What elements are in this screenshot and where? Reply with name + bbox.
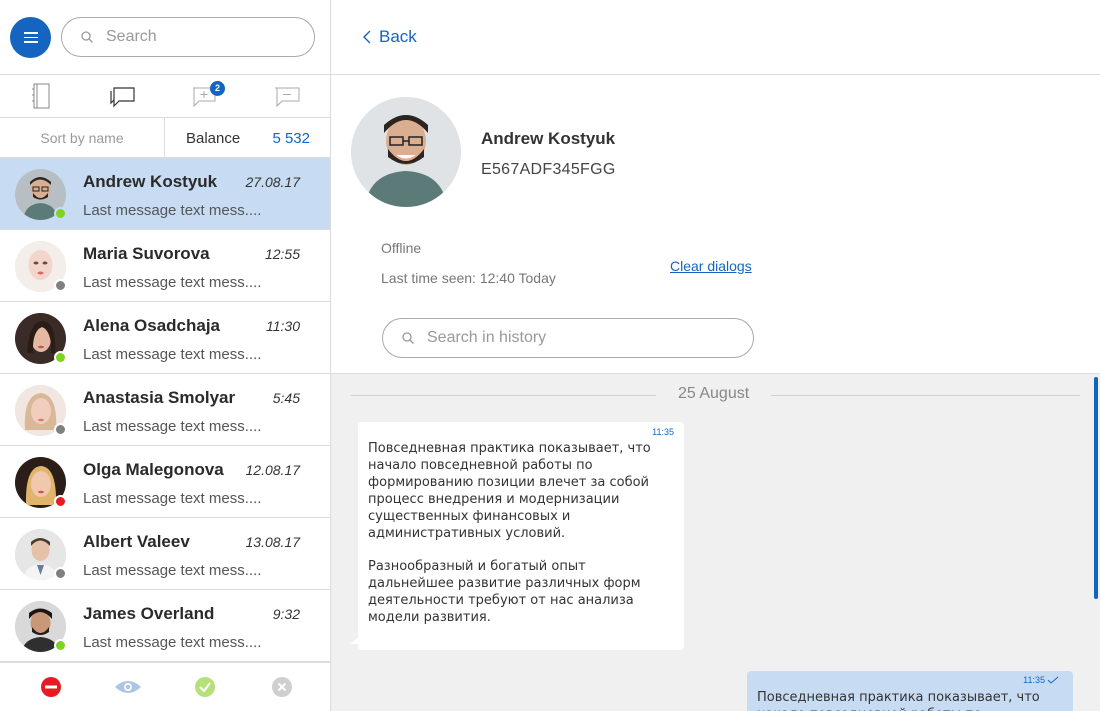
- status-filter-bar: [0, 662, 330, 711]
- contact-item[interactable]: James Overland 9:32 Last message text me…: [0, 590, 330, 662]
- tab-chats[interactable]: [82, 75, 164, 118]
- history-search-input[interactable]: [427, 329, 727, 347]
- contact-item[interactable]: Albert Valeev 13.08.17 Last message text…: [0, 518, 330, 590]
- sidebar: 2 Sort by name Balance 5 532 Andrew Kost…: [0, 0, 331, 711]
- status-dot: [54, 639, 67, 652]
- contact-time: 27.08.17: [245, 174, 301, 190]
- profile-name: Andrew Kostyuk: [481, 129, 616, 148]
- profile-avatar: [351, 97, 461, 207]
- contact-last-message: Last message text mess....: [83, 562, 262, 579]
- check-circle-icon: [194, 677, 215, 697]
- search-icon: [81, 31, 93, 43]
- visible-filter-button[interactable]: [89, 679, 166, 695]
- balance-label: Balance: [186, 130, 241, 147]
- hamburger-icon-line: [23, 32, 38, 34]
- conversation-header: Back: [331, 0, 1100, 75]
- date-separator: 25 August: [656, 385, 772, 403]
- contact-name: James Overland: [83, 604, 215, 623]
- hamburger-icon-line: [23, 41, 38, 43]
- contact-name: Anastasia Smolyar: [83, 388, 236, 407]
- balance-value: 5 532: [272, 130, 310, 147]
- history-search-box[interactable]: [382, 318, 754, 358]
- back-label: Back: [379, 27, 417, 46]
- contact-item[interactable]: Andrew Kostyuk 27.08.17 Last message tex…: [0, 158, 330, 230]
- minus-circle-icon: [40, 677, 61, 697]
- search-icon: [402, 332, 414, 344]
- contact-list: Andrew Kostyuk 27.08.17 Last message tex…: [0, 158, 330, 662]
- contact-last-message: Last message text mess....: [83, 490, 262, 507]
- close-circle-icon: [271, 677, 292, 697]
- sidebar-header: [0, 0, 330, 75]
- message-text: Повседневная практика показывает, что на…: [757, 690, 1040, 711]
- clear-dialogs-link[interactable]: Clear dialogs: [670, 258, 752, 274]
- message-time: 11:35: [1023, 675, 1045, 685]
- contact-time: 9:32: [272, 606, 300, 622]
- menu-button[interactable]: [10, 17, 51, 58]
- contact-time: 13.08.17: [245, 534, 301, 550]
- back-button[interactable]: Back: [363, 27, 417, 47]
- tab-archived-chats[interactable]: [246, 75, 328, 118]
- busy-filter-button[interactable]: [12, 676, 89, 698]
- status-dot: [54, 423, 67, 436]
- contact-time: 5:45: [272, 390, 300, 406]
- contact-item[interactable]: Maria Suvorova 12:55 Last message text m…: [0, 230, 330, 302]
- contacts-book-icon: [32, 83, 50, 109]
- profile-last-seen: Last time seen: 12:40 Today: [381, 270, 556, 286]
- eye-icon: [114, 681, 141, 693]
- contact-name: Maria Suvorova: [83, 244, 210, 263]
- contact-item[interactable]: Olga Malegonova 12.08.17 Last message te…: [0, 446, 330, 518]
- tab-contacts-book[interactable]: [0, 75, 82, 118]
- contact-time: 12:55: [264, 246, 300, 262]
- hamburger-icon-line: [23, 36, 38, 39]
- message-text: Повседневная практика показывает, что на…: [368, 441, 651, 541]
- status-dot: [54, 495, 67, 508]
- message-text: Разнообразный и богатый опыт дальнейшее …: [368, 559, 641, 625]
- outgoing-message: 11:35 Повседневная практика показывает, …: [747, 671, 1073, 711]
- profile-panel: Andrew Kostyuk E567ADF345FGG Offline Las…: [331, 75, 1100, 374]
- contact-name: Alena Osadchaja: [83, 316, 221, 335]
- incoming-message: 11:35 Повседневная практика показывает, …: [350, 422, 684, 650]
- contact-name: Albert Valeev: [83, 532, 190, 551]
- sidebar-tabs: 2: [0, 75, 330, 118]
- sort-bar: Sort by name Balance 5 532: [0, 117, 330, 158]
- offline-filter-button[interactable]: [243, 676, 320, 698]
- contact-name: Andrew Kostyuk: [83, 172, 218, 191]
- chats-icon: [110, 87, 135, 108]
- contact-last-message: Last message text mess....: [83, 274, 262, 291]
- contact-name: Olga Malegonova: [83, 460, 224, 479]
- online-filter-button[interactable]: [166, 676, 243, 698]
- archived-chat-icon: [275, 87, 300, 108]
- status-dot: [54, 567, 67, 580]
- profile-id: E567ADF345FGG: [481, 161, 616, 178]
- status-dot: [54, 351, 67, 364]
- chat-scrollbar[interactable]: [1094, 377, 1098, 599]
- search-box[interactable]: [61, 17, 315, 57]
- sort-by-name-button[interactable]: Sort by name: [0, 117, 165, 158]
- message-time: 11:35: [652, 427, 674, 437]
- contact-item[interactable]: Anastasia Smolyar 5:45 Last message text…: [0, 374, 330, 446]
- conversation-pane: Back Andrew Kostyuk E567ADF345FGG Offlin…: [331, 0, 1100, 711]
- status-dot: [54, 207, 67, 220]
- tab-new-chats[interactable]: 2: [164, 75, 246, 118]
- search-input[interactable]: [106, 28, 276, 46]
- message-time-wrapper: 11:35: [1023, 675, 1059, 685]
- contact-last-message: Last message text mess....: [83, 346, 262, 363]
- contact-item[interactable]: Alena Osadchaja 11:30 Last message text …: [0, 302, 330, 374]
- contact-last-message: Last message text mess....: [83, 418, 262, 435]
- chevron-left-icon: [363, 30, 371, 44]
- new-chats-badge: 2: [210, 80, 225, 96]
- profile-status: Offline: [381, 240, 422, 256]
- contact-time: 12.08.17: [245, 462, 301, 478]
- contact-last-message: Last message text mess....: [83, 634, 262, 651]
- delivered-check-icon: [1047, 676, 1059, 684]
- message-history: 25 August 11:35 Повседневная практика по…: [331, 374, 1100, 711]
- contact-time: 11:30: [266, 318, 300, 334]
- contact-last-message: Last message text mess....: [83, 202, 262, 219]
- status-dot: [54, 279, 67, 292]
